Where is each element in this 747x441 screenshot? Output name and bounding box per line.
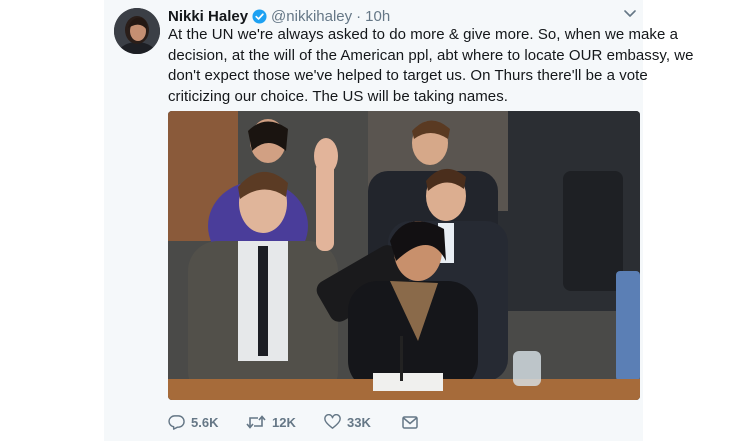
like-button[interactable]: 33K [324,414,402,430]
author-handle[interactable]: @nikkihaley [271,8,352,25]
like-count: 33K [347,414,371,430]
tweet-card[interactable]: Nikki Haley @nikkihaley · 10h At the UN … [104,0,694,441]
tweet-text-line: criticizing our choice. The US will be t… [168,87,508,105]
tweet-text: At the UN we're always asked to do more … [168,25,694,107]
envelope-icon [402,415,418,429]
tweet-text-line: At the UN we're always asked to do more … [168,26,678,43]
reply-icon [168,415,185,430]
tweet-header: Nikki Haley @nikkihaley · 10h [168,6,633,26]
heart-icon [324,414,341,429]
retweet-count: 12K [272,414,296,430]
author-name[interactable]: Nikki Haley [168,8,248,25]
photo-illustration [168,111,640,400]
separator-dot: · [356,7,362,25]
tweet-photo[interactable] [168,111,640,400]
tweet-text-line: decision, at the will of the American pp… [168,46,694,64]
direct-message-button[interactable] [402,415,418,429]
tweet-timestamp[interactable]: 10h [365,8,390,25]
retweet-button[interactable]: 12K [246,414,324,430]
tweet-actions: 5.6K 12K 33K [168,412,418,432]
tweet-text-line: don't expect those we've helped to targe… [168,67,648,84]
reply-button[interactable]: 5.6K [168,414,246,430]
author-avatar[interactable] [114,8,160,54]
reply-count: 5.6K [191,414,219,430]
retweet-icon [246,415,266,429]
verified-badge-icon [252,8,267,24]
chevron-down-icon[interactable] [623,9,637,19]
